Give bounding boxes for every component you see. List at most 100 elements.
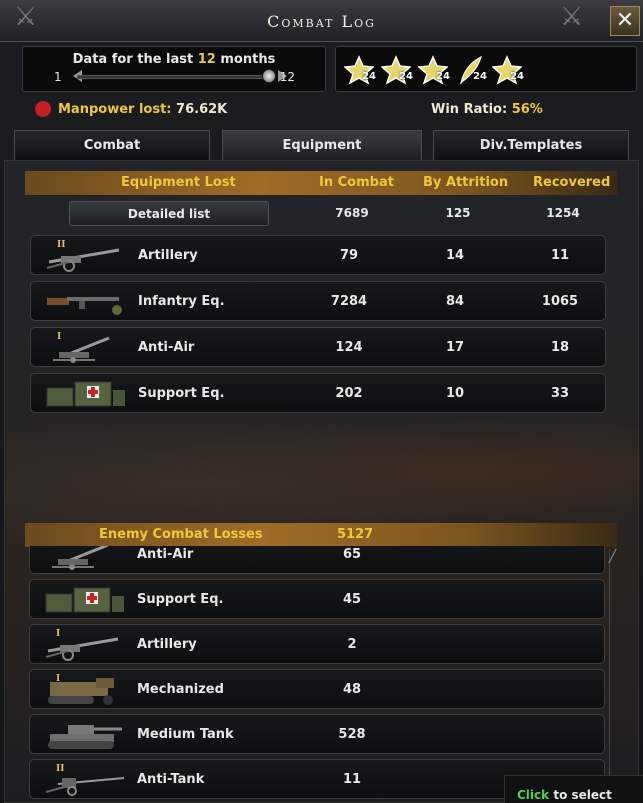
enemy-loss-row[interactable]: I Mechanized 48 [29,669,605,709]
rank-label: I [56,629,61,639]
manpower-lost-label: Manpower lost: [58,102,172,117]
range-label-suffix: months [220,52,276,67]
medal-count: 24 [399,71,413,82]
tooltip-action: Click [517,788,550,802]
total-recovered: 1254 [546,206,580,220]
detailed-list-button[interactable]: Detailed list [69,201,269,226]
medal-3[interactable]: 24 [455,55,487,85]
recovered-header: Recovered [533,175,611,190]
enemy-losses-total: 5127 [337,527,374,542]
by-attrition-header: By Attrition [423,175,509,190]
win-ratio-label: Win Ratio: [431,102,508,117]
in-combat-header: In Combat [319,175,394,190]
title-bar: ⚔ Combat Log ⚔ ✕ [0,0,643,42]
enemy-loss-row[interactable]: Medium Tank 528 [29,714,605,754]
window-title: Combat Log [267,12,376,31]
equipment-row[interactable]: II Artillery 79 14 11 [30,235,606,275]
close-button[interactable]: ✕ [610,6,640,36]
recovered-value: 11 [550,248,570,263]
manpower-lost-stat: Manpower lost: 76.62K [58,102,227,117]
equipment-row[interactable]: Infantry Eq. 7284 84 1065 [30,281,606,321]
close-icon: ✕ [615,8,635,33]
equipment-row[interactable]: Support Eq. 202 10 33 [30,373,606,413]
in-combat-value: 7284 [330,294,368,309]
rank-label: I [56,674,61,684]
medal-count: 24 [436,71,450,82]
support-equipment-icon [38,584,128,616]
equipment-name: Infantry Eq. [138,294,225,309]
by-attrition-value: 84 [445,294,465,309]
anti-tank-gun-icon [38,764,128,796]
equipment-name: Support Eq. [138,386,225,401]
months-slider[interactable] [77,75,273,79]
win-ratio-stat: Win Ratio: 56% [431,102,543,117]
recovered-value: 1065 [541,294,579,309]
medal-count: 24 [473,71,487,82]
anti-air-gun-icon [39,332,129,364]
enemy-equipment-name: Anti-Air [137,547,194,562]
enemy-loss-value: 11 [342,772,362,787]
equipment-name: Artillery [138,248,198,263]
enemy-equipment-name: Support Eq. [137,592,224,607]
enemy-losses-list: II Anti-Air 65 Support Eq. 45 I Artillery 2 I Mec… [4,546,639,803]
tab-bar: Combat Equipment Div.Templates [0,130,643,160]
recovered-value: 33 [550,386,570,401]
range-months: 12 [197,52,216,67]
medals-panel: 24 24 24 24 24 [335,46,637,92]
enemy-equipment-name: Artillery [137,637,197,652]
rank-label: II [56,764,65,774]
enemy-loss-row[interactable]: II Anti-Air 65 [29,546,605,574]
anti-air-gun-icon [38,546,128,571]
medal-count: 24 [510,71,524,82]
in-combat-value: 124 [335,340,363,355]
medal-1[interactable]: 24 [380,55,413,85]
enemy-losses-header: Enemy Combat Losses 5127 [25,523,617,547]
skull-icon [35,101,51,117]
tooltip-text: to select [553,788,612,802]
artillery-icon [38,629,128,661]
medal-4[interactable]: 24 [491,55,524,85]
equipment-row[interactable]: I Anti-Air 124 17 18 [30,327,606,367]
slider-handle[interactable] [262,69,276,83]
manpower-lost-value: 76.62K [176,102,228,117]
tooltip-hint: Click to select [504,775,643,803]
tank-icon [38,719,128,751]
tab-div-templates[interactable]: Div.Templates [433,130,629,160]
enemy-loss-row[interactable]: Support Eq. 45 [29,579,605,619]
time-range-panel: Data for the last 12 months 1 12 [22,46,326,92]
enemy-loss-value: 65 [342,547,362,562]
enemy-losses-title: Enemy Combat Losses [99,527,263,542]
by-attrition-value: 14 [445,248,465,263]
by-attrition-value: 17 [445,340,465,355]
enemy-equipment-name: Anti-Tank [137,772,205,787]
enemy-equipment-name: Medium Tank [137,727,234,742]
enemy-loss-value: 45 [342,592,362,607]
combat-log-window: ⚔ Combat Log ⚔ ✕ Data for the last 12 mo… [0,0,643,803]
equipment-name: Anti-Air [138,340,195,355]
artillery-icon [39,240,129,272]
in-combat-value: 202 [335,386,363,401]
rank-label: II [56,546,64,549]
in-combat-value: 79 [339,248,359,263]
enemy-loss-row[interactable]: I Artillery 2 [29,624,605,664]
medal-0[interactable]: 24 [343,55,376,85]
enemy-loss-value: 528 [338,727,366,742]
background-artwork [5,401,640,541]
win-ratio-value: 56% [511,102,543,117]
tab-combat[interactable]: Combat [14,130,210,160]
by-attrition-value: 10 [445,386,465,401]
rank-label: I [57,332,62,342]
medal-2[interactable]: 24 [417,55,450,85]
enemy-loss-value: 2 [347,637,357,652]
equipment-lost-title: Equipment Lost [121,175,236,190]
range-label-prefix: Data for the last [72,52,194,67]
recovered-value: 18 [550,340,570,355]
enemy-equipment-name: Mechanized [137,682,224,697]
enemy-loss-value: 48 [342,682,362,697]
support-equipment-icon [39,378,129,410]
range-min: 1 [54,70,62,84]
range-max: 12 [279,70,295,84]
tab-equipment[interactable]: Equipment [222,130,422,160]
rank-label: II [57,240,66,250]
halftrack-icon [38,674,128,706]
